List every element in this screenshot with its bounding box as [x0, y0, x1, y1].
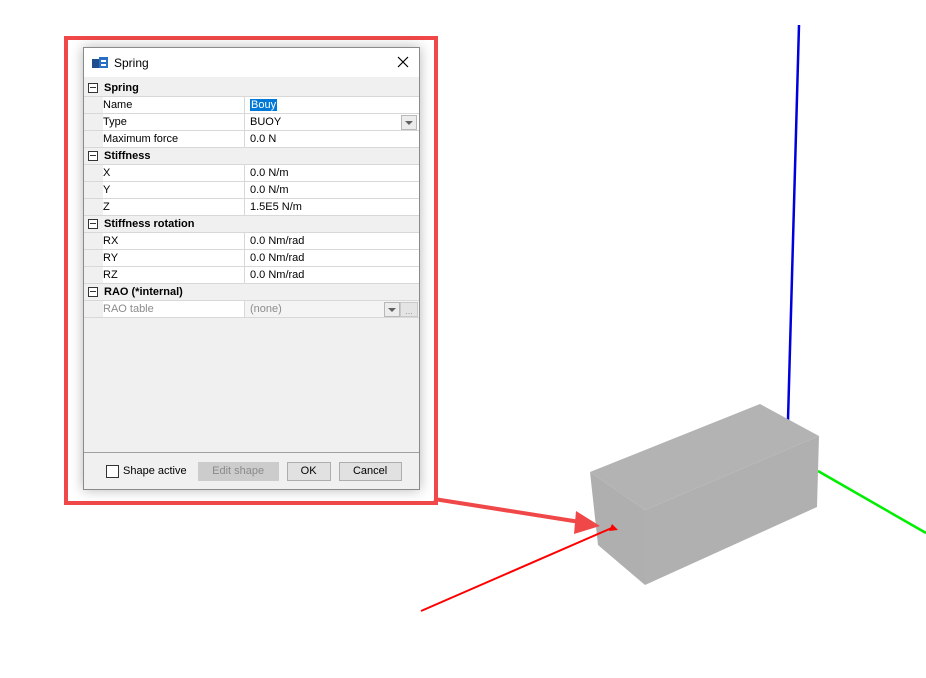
category-label: Spring: [104, 82, 139, 94]
property-row-ry[interactable]: RY 0.0 Nm/rad: [84, 250, 419, 267]
collapse-icon[interactable]: [88, 287, 98, 297]
rao-table-select: (none) ...: [245, 301, 419, 317]
category-stiffness[interactable]: Stiffness: [84, 148, 419, 165]
category-rao[interactable]: RAO (*internal): [84, 284, 419, 301]
property-label: RY: [103, 250, 245, 266]
property-row-maximum-force[interactable]: Maximum force 0.0 N: [84, 131, 419, 148]
stiffness-ry-field[interactable]: 0.0 Nm/rad: [245, 250, 419, 266]
x-axis-line: [420, 526, 615, 612]
property-label: X: [103, 165, 245, 181]
property-label: RAO table: [103, 301, 245, 317]
shape-active-checkbox[interactable]: Shape active: [106, 464, 187, 478]
property-label: RZ: [103, 267, 245, 283]
callout-arrow-line: [433, 497, 581, 524]
property-label: Z: [103, 199, 245, 215]
category-stiffness-rotation[interactable]: Stiffness rotation: [84, 216, 419, 233]
app-logo-icon: [92, 56, 108, 69]
collapse-icon[interactable]: [88, 151, 98, 161]
shape-active-label: Shape active: [123, 465, 187, 477]
property-row-name[interactable]: Name Bouy: [84, 97, 419, 114]
category-label: RAO (*internal): [104, 286, 183, 298]
property-label: Type: [103, 114, 245, 130]
stiffness-rx-field[interactable]: 0.0 Nm/rad: [245, 233, 419, 249]
property-row-rao-table: RAO table (none) ...: [84, 301, 419, 318]
dialog-title: Spring: [114, 55, 149, 70]
property-row-type[interactable]: Type BUOY: [84, 114, 419, 131]
collapse-icon[interactable]: [88, 83, 98, 93]
ok-button[interactable]: OK: [286, 461, 331, 481]
type-select[interactable]: BUOY: [245, 114, 419, 130]
name-value[interactable]: Bouy: [250, 99, 278, 111]
property-row-z[interactable]: Z 1.5E5 N/m: [84, 199, 419, 216]
dropdown-arrow-icon: [384, 302, 400, 317]
name-field[interactable]: Bouy: [245, 97, 419, 113]
edit-shape-button: Edit shape: [197, 461, 279, 481]
stiffness-x-field[interactable]: 0.0 N/m: [245, 165, 419, 181]
stiffness-z-field[interactable]: 1.5E5 N/m: [245, 199, 419, 215]
property-label: Name: [103, 97, 245, 113]
dialog-footer: Shape active Edit shape OK Cancel: [84, 453, 419, 489]
type-value: BUOY: [250, 116, 282, 128]
property-row-x[interactable]: X 0.0 N/m: [84, 165, 419, 182]
property-label: Maximum force: [103, 131, 245, 147]
property-row-rx[interactable]: RX 0.0 Nm/rad: [84, 233, 419, 250]
property-grid: Spring Name Bouy Type BUOY Maximum force…: [84, 80, 419, 318]
category-label: Stiffness rotation: [104, 218, 195, 230]
dropdown-arrow-icon[interactable]: [401, 115, 417, 130]
checkbox-box[interactable]: [106, 464, 119, 478]
spring-dialog: Spring Spring Name Bouy Type BUOY Maximu…: [83, 47, 420, 490]
collapse-icon[interactable]: [88, 219, 98, 229]
close-icon: [397, 56, 409, 68]
category-label: Stiffness: [104, 150, 151, 162]
stiffness-y-field[interactable]: 0.0 N/m: [245, 182, 419, 198]
property-row-y[interactable]: Y 0.0 N/m: [84, 182, 419, 199]
dialog-titlebar[interactable]: Spring: [84, 48, 419, 77]
z-axis-line: [786, 24, 801, 421]
stiffness-rz-field[interactable]: 0.0 Nm/rad: [245, 267, 419, 283]
property-label: RX: [103, 233, 245, 249]
category-spring[interactable]: Spring: [84, 80, 419, 97]
rao-table-value: (none): [250, 303, 282, 315]
close-button[interactable]: [393, 52, 413, 72]
browse-button: ...: [400, 302, 418, 317]
maximum-force-field[interactable]: 0.0 N: [245, 131, 419, 147]
cancel-button[interactable]: Cancel: [338, 461, 402, 481]
property-row-rz[interactable]: RZ 0.0 Nm/rad: [84, 267, 419, 284]
property-label: Y: [103, 182, 245, 198]
y-axis-line: [817, 469, 926, 535]
